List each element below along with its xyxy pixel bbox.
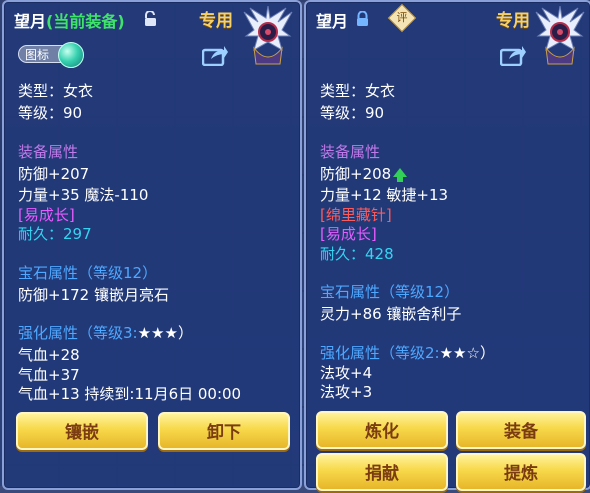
special-skill-tag: [绵里藏针]	[320, 206, 392, 224]
special-effect-tag: [易成长]	[18, 206, 75, 224]
refine-button[interactable]: 炼化	[316, 411, 448, 449]
enhance-heading: 强化属性（等级3:★★★）	[18, 323, 193, 343]
exclusive-label: 专用	[199, 11, 233, 31]
durability: 耐久：297	[18, 224, 92, 244]
rating-badge-label: 评	[396, 11, 408, 24]
enhance-heading-text: 强化属性（等级2:	[320, 344, 440, 362]
extra-stats: 力量+12 敏捷+13	[320, 186, 449, 204]
extra-stats: 力量+35 魔法-110	[18, 186, 149, 204]
item-level: 等级：90	[320, 104, 385, 122]
enhance-line: 法攻+4	[320, 364, 373, 382]
gem-attr-heading: 宝石属性（等级12）	[320, 283, 460, 301]
durability-label: 耐久：	[320, 245, 366, 263]
item-title: 望月(当前装备)	[14, 8, 125, 32]
item-level: 等级：90	[18, 104, 83, 122]
durability-label: 耐久：	[18, 225, 64, 243]
equip-button[interactable]: 装备	[456, 411, 586, 449]
unlock-icon[interactable]	[144, 11, 157, 26]
enhance-line: 气血+13 持续到:11月6日 00:00	[18, 385, 242, 403]
enhance-line: 法攻+3	[320, 383, 373, 401]
character-portrait-icon	[535, 6, 585, 65]
toggle-knob	[58, 42, 84, 68]
gem-line: 灵力+86 镶嵌舍利子	[320, 305, 462, 323]
lock-icon[interactable]	[356, 11, 369, 26]
durability-value: 428	[365, 245, 394, 263]
extract-button[interactable]: 提炼	[456, 453, 586, 491]
gem-line: 防御+172 镶嵌月亮石	[18, 286, 169, 304]
enhance-heading-text: 强化属性（等级3:	[18, 324, 138, 342]
special-effect-tag: [易成长]	[320, 225, 377, 243]
enhance-stars: ★★☆）	[439, 344, 495, 362]
durability: 耐久：428	[320, 244, 394, 264]
current-equipment-tooltip: 望月(当前装备) 专用 图标 类型：女衣 等级：90 装备属性 防御+207 力…	[2, 0, 302, 490]
equip-attr-heading: 装备属性	[18, 143, 79, 161]
enhance-line: 气血+37	[18, 366, 80, 384]
defense-stat: 防御+208	[320, 165, 392, 183]
item-name: 望月	[14, 12, 47, 31]
character-portrait-icon	[243, 6, 293, 65]
enhance-heading: 强化属性（等级2:★★☆）	[320, 343, 495, 363]
durability-value: 297	[63, 225, 92, 243]
defense-stat: 防御+207	[18, 165, 90, 183]
enhance-line: 气血+28	[18, 346, 80, 364]
equip-attr-heading: 装备属性	[320, 143, 381, 161]
item-title: 望月	[316, 8, 348, 32]
share-icon[interactable]	[202, 44, 228, 66]
compare-equipment-tooltip: 望月 专用 类型：女衣 等级：90 装备属性 防御+208 力量+12 敏捷+1…	[304, 0, 590, 491]
enhance-stars: ★★★）	[137, 324, 193, 342]
donate-button[interactable]: 捐献	[316, 453, 448, 491]
inlay-button[interactable]: 镶嵌	[16, 412, 148, 450]
increase-arrow-icon	[393, 168, 408, 182]
current-equipped-tag: (当前装备)	[46, 12, 125, 31]
defense-stat-row: 防御+208	[320, 164, 408, 184]
exclusive-label: 专用	[496, 11, 530, 31]
item-type: 类型：女衣	[320, 82, 396, 100]
item-name: 望月	[316, 12, 349, 31]
item-type: 类型：女衣	[18, 82, 94, 100]
icon-toggle[interactable]: 图标	[18, 42, 84, 68]
share-icon[interactable]	[500, 44, 526, 66]
unequip-button[interactable]: 卸下	[158, 412, 290, 450]
gem-attr-heading: 宝石属性（等级12）	[18, 264, 158, 282]
